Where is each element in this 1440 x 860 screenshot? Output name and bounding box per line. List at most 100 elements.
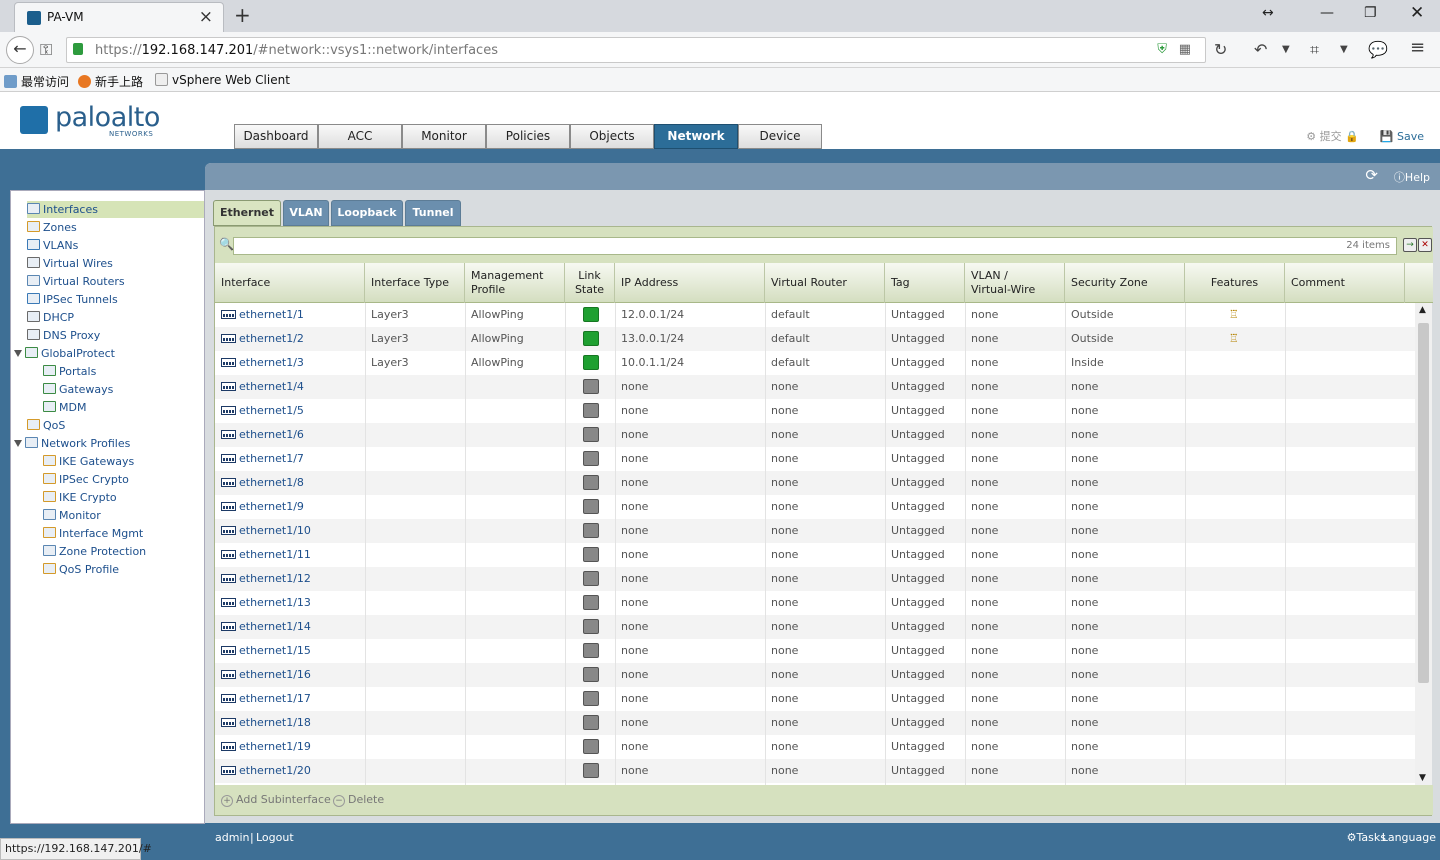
- scrollbar-thumb[interactable]: [1418, 323, 1429, 683]
- undo-icon[interactable]: ↶: [1254, 40, 1267, 59]
- interface-link[interactable]: ethernet1/14: [221, 620, 311, 633]
- sidebar-item-portals[interactable]: Portals: [43, 363, 96, 380]
- table-row[interactable]: ethernet1/7 none none Untagged none none: [215, 447, 1415, 471]
- add-subinterface-button[interactable]: + Add Subinterface: [221, 793, 331, 807]
- table-row[interactable]: ethernet1/1 Layer3 AllowPing 12.0.0.1/24 def…: [215, 303, 1415, 327]
- sidebar-item-gateways[interactable]: Gateways: [43, 381, 113, 398]
- column-header-vlan-virtual-wire[interactable]: VLAN / Virtual-Wire: [965, 263, 1065, 303]
- table-row[interactable]: ethernet1/9 none none Untagged none none: [215, 495, 1415, 519]
- sidebar-item-qos[interactable]: QoS: [27, 417, 65, 434]
- table-row[interactable]: ethernet1/17 none none Untagged none none: [215, 687, 1415, 711]
- subtab-vlan[interactable]: VLAN: [283, 200, 329, 226]
- expand-toggle-icon[interactable]: [14, 350, 22, 357]
- interface-link[interactable]: ethernet1/11: [221, 548, 311, 561]
- bookmark-item[interactable]: 最常访问: [4, 73, 69, 90]
- interface-link[interactable]: ethernet1/10: [221, 524, 311, 537]
- interface-link[interactable]: ethernet1/19: [221, 740, 311, 753]
- chat-icon[interactable]: 💬: [1368, 40, 1388, 59]
- interface-link[interactable]: ethernet1/4: [221, 380, 304, 393]
- sidebar-item-virtual-wires[interactable]: Virtual Wires: [27, 255, 113, 272]
- link-down-icon[interactable]: [583, 715, 599, 730]
- interface-link[interactable]: ethernet1/20: [221, 764, 311, 777]
- interface-link[interactable]: ethernet1/18: [221, 716, 311, 729]
- commit-button[interactable]: ⚙ 提交: [1306, 130, 1341, 143]
- table-row[interactable]: ethernet1/3 Layer3 AllowPing 10.0.1.1/24 def…: [215, 351, 1415, 375]
- column-header-management-profile[interactable]: Management Profile: [465, 263, 565, 303]
- table-row[interactable]: ethernet1/14 none none Untagged none none: [215, 615, 1415, 639]
- save-button[interactable]: 💾 Save: [1380, 130, 1424, 143]
- interface-link[interactable]: ethernet1/9: [221, 500, 304, 513]
- link-down-icon[interactable]: [583, 595, 599, 610]
- link-down-icon[interactable]: [583, 763, 599, 778]
- column-header-comment[interactable]: Comment: [1285, 263, 1405, 303]
- link-down-icon[interactable]: [583, 571, 599, 586]
- column-header-link-state[interactable]: Link State: [565, 263, 615, 303]
- browser-tab[interactable]: PA-VM ×: [14, 2, 224, 32]
- help-button[interactable]: ⓘHelp: [1394, 169, 1430, 185]
- sidebar-item-vlans[interactable]: VLANs: [27, 237, 78, 254]
- column-header-interface[interactable]: Interface: [215, 263, 365, 303]
- interface-link[interactable]: ethernet1/12: [221, 572, 311, 585]
- back-button[interactable]: ←: [6, 36, 34, 64]
- link-down-icon[interactable]: [583, 547, 599, 562]
- interface-link[interactable]: ethernet1/5: [221, 404, 304, 417]
- menu-icon[interactable]: ≡: [1410, 37, 1425, 58]
- crop-icon[interactable]: ⌗: [1310, 40, 1319, 60]
- resize-icon[interactable]: ↔: [1262, 5, 1274, 21]
- link-down-icon[interactable]: [583, 667, 599, 682]
- tab-policies[interactable]: Policies: [486, 124, 570, 149]
- table-row[interactable]: ethernet1/20 none none Untagged none none: [215, 759, 1415, 783]
- tab-device[interactable]: Device: [738, 124, 822, 149]
- interface-link[interactable]: ethernet1/2: [221, 332, 304, 345]
- table-row[interactable]: ethernet1/15 none none Untagged none none: [215, 639, 1415, 663]
- column-header-tag[interactable]: Tag: [885, 263, 965, 303]
- refresh-icon[interactable]: ⟳: [1365, 166, 1378, 184]
- link-down-icon[interactable]: [583, 451, 599, 466]
- link-down-icon[interactable]: [583, 523, 599, 538]
- sidebar-item-interfaces[interactable]: Interfaces: [27, 201, 204, 218]
- link-down-icon[interactable]: [583, 379, 599, 394]
- sidebar-item-globalprotect[interactable]: GlobalProtect: [14, 345, 115, 362]
- restore-button[interactable]: ❐: [1364, 5, 1377, 21]
- interface-link[interactable]: ethernet1/1: [221, 308, 304, 321]
- subtab-loopback[interactable]: Loopback: [331, 200, 403, 226]
- clear-filter-icon[interactable]: ✕: [1418, 238, 1432, 252]
- minimize-button[interactable]: —: [1320, 5, 1334, 21]
- sidebar-item-network-profiles[interactable]: Network Profiles: [14, 435, 130, 452]
- sidebar-item-dhcp[interactable]: DHCP: [27, 309, 74, 326]
- sidebar-item-interface-mgmt[interactable]: Interface Mgmt: [43, 525, 143, 542]
- table-row[interactable]: ethernet1/19 none none Untagged none none: [215, 735, 1415, 759]
- table-row[interactable]: ethernet1/11 none none Untagged none none: [215, 543, 1415, 567]
- table-row[interactable]: ethernet1/8 none none Untagged none none: [215, 471, 1415, 495]
- table-row[interactable]: ethernet1/10 none none Untagged none none: [215, 519, 1415, 543]
- table-row[interactable]: ethernet1/16 none none Untagged none none: [215, 663, 1415, 687]
- column-header-virtual-router[interactable]: Virtual Router: [765, 263, 885, 303]
- table-row[interactable]: ethernet1/2 Layer3 AllowPing 13.0.0.1/24 def…: [215, 327, 1415, 351]
- close-tab-icon[interactable]: ×: [199, 7, 213, 27]
- sidebar-item-ipsec-tunnels[interactable]: IPSec Tunnels: [27, 291, 118, 308]
- subtab-ethernet[interactable]: Ethernet: [213, 200, 281, 226]
- link-down-icon[interactable]: [583, 427, 599, 442]
- sidebar-item-zone-protection[interactable]: Zone Protection: [43, 543, 146, 560]
- interface-link[interactable]: ethernet1/15: [221, 644, 311, 657]
- tab-objects[interactable]: Objects: [570, 124, 654, 149]
- sidebar-item-ike-crypto[interactable]: IKE Crypto: [43, 489, 117, 506]
- feature-icon[interactable]: ♖: [1229, 332, 1239, 345]
- sidebar-item-dns-proxy[interactable]: DNS Proxy: [27, 327, 100, 344]
- column-header-interface-type[interactable]: Interface Type: [365, 263, 465, 303]
- tab-acc[interactable]: ACC: [318, 124, 402, 149]
- tab-network[interactable]: Network: [654, 124, 738, 149]
- interface-link[interactable]: ethernet1/3: [221, 356, 304, 369]
- scroll-up-icon[interactable]: ▲: [1419, 305, 1426, 315]
- link-down-icon[interactable]: [583, 691, 599, 706]
- table-row[interactable]: ethernet1/18 none none Untagged none none: [215, 711, 1415, 735]
- column-header-features[interactable]: Features: [1185, 263, 1285, 303]
- link-down-icon[interactable]: [583, 475, 599, 490]
- logout-link[interactable]: Logout: [256, 831, 294, 844]
- qr-code-icon[interactable]: ▦: [1179, 42, 1191, 57]
- link-down-icon[interactable]: [583, 619, 599, 634]
- chevron-down-icon[interactable]: ▼: [1340, 44, 1348, 55]
- address-bar[interactable]: https://192.168.147.201/#network::vsys1:…: [66, 37, 1206, 63]
- sidebar-item-zones[interactable]: Zones: [27, 219, 77, 236]
- link-up-icon[interactable]: [583, 307, 599, 322]
